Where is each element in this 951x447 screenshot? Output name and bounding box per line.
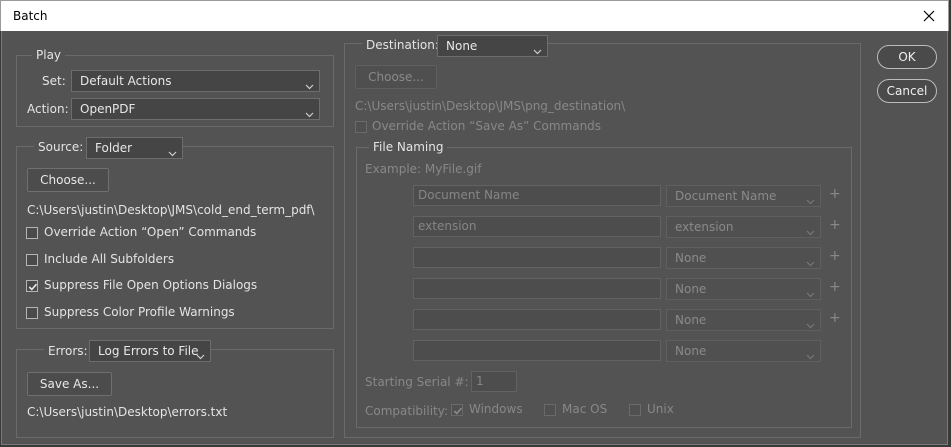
override-save-as-checkbox[interactable] [355, 121, 367, 133]
set-select-value: Default Actions [80, 74, 172, 88]
serial-label: Starting Serial #: [365, 375, 469, 389]
add-row-icon[interactable]: + [829, 279, 841, 295]
action-label: Action: [27, 102, 69, 116]
dialog-body: Play Set: Default Actions Action: OpenPD… [1, 31, 948, 445]
suppress-open-options-checkbox[interactable] [26, 280, 38, 292]
chevron-down-icon [196, 347, 205, 360]
chevron-down-icon [806, 285, 815, 298]
add-row-icon[interactable]: + [829, 217, 841, 233]
set-label: Set: [42, 74, 66, 88]
errors-label: Errors: [44, 344, 92, 358]
compatibility-label: Compatibility: [365, 404, 449, 418]
serial-input[interactable]: 1 [471, 371, 517, 392]
chevron-down-icon [305, 77, 314, 90]
source-select-value: Folder [95, 141, 133, 155]
suppress-color-warnings-label: Suppress Color Profile Warnings [44, 305, 235, 319]
window-title: Batch [13, 9, 48, 23]
source-select[interactable]: Folder [86, 137, 183, 159]
ok-button[interactable]: OK [877, 45, 937, 69]
compat-unix-label: Unix [647, 402, 674, 416]
errors-select[interactable]: Log Errors to File [89, 340, 211, 362]
naming-select-3[interactable]: None [666, 247, 821, 269]
source-path: C:\Users\justin\Desktop\JMS\cold_end_ter… [27, 203, 315, 217]
title-bar: Batch [0, 0, 949, 31]
suppress-color-warnings-checkbox[interactable] [26, 307, 38, 319]
chevron-down-icon [806, 223, 815, 236]
naming-field-2[interactable]: extension [413, 216, 661, 237]
errors-path: C:\Users\justin\Desktop\errors.txt [27, 405, 228, 419]
file-naming-legend: File Naming [369, 140, 448, 154]
destination-label: Destination: [362, 38, 443, 52]
naming-field-4[interactable] [413, 278, 661, 299]
destination-path: C:\Users\justin\Desktop\JMS\png_destinat… [355, 99, 626, 113]
destination-select-value: None [446, 39, 478, 53]
naming-field-1[interactable]: Document Name [413, 185, 661, 206]
override-save-as-label: Override Action “Save As” Commands [372, 119, 602, 133]
suppress-open-options-label: Suppress File Open Options Dialogs [44, 278, 258, 292]
chevron-down-icon [806, 192, 815, 205]
chevron-down-icon [806, 254, 815, 267]
chevron-down-icon [806, 316, 815, 329]
naming-select-4[interactable]: None [666, 278, 821, 300]
override-open-label: Override Action “Open” Commands [44, 225, 257, 239]
naming-field-5[interactable] [413, 309, 661, 330]
source-choose-button[interactable]: Choose... [27, 168, 109, 192]
chevron-down-icon [168, 144, 177, 157]
naming-field-6[interactable] [413, 340, 661, 361]
close-icon[interactable] [918, 5, 940, 27]
destination-choose-button[interactable]: Choose... [355, 65, 437, 89]
chevron-down-icon [305, 105, 314, 118]
compat-windows-checkbox[interactable] [451, 404, 463, 416]
naming-select-5[interactable]: None [666, 309, 821, 331]
include-subfolders-checkbox[interactable] [26, 254, 38, 266]
errors-select-value: Log Errors to File [98, 344, 199, 358]
naming-select-6[interactable]: None [666, 340, 821, 362]
file-naming-example: Example: MyFile.gif [365, 162, 482, 176]
set-select[interactable]: Default Actions [71, 70, 320, 92]
save-as-button[interactable]: Save As... [27, 372, 112, 396]
add-row-icon[interactable]: + [829, 310, 841, 326]
naming-select-2[interactable]: extension [666, 216, 821, 238]
compat-unix-checkbox[interactable] [629, 404, 641, 416]
chevron-down-icon [533, 42, 542, 55]
naming-select-1[interactable]: Document Name [666, 185, 821, 207]
naming-field-3[interactable] [413, 247, 661, 268]
compat-windows-label: Windows [469, 402, 523, 416]
destination-select[interactable]: None [437, 35, 548, 57]
cancel-button[interactable]: Cancel [877, 79, 937, 103]
include-subfolders-label: Include All Subfolders [44, 252, 175, 266]
checkmark-icon [453, 407, 463, 415]
checkmark-icon [28, 283, 38, 291]
source-label: Source: [34, 140, 88, 154]
play-legend: Play [32, 48, 66, 62]
chevron-down-icon [806, 347, 815, 360]
compat-mac-label: Mac OS [562, 402, 608, 416]
override-open-checkbox[interactable] [26, 227, 38, 239]
add-row-icon[interactable]: + [829, 186, 841, 202]
action-select-value: OpenPDF [80, 102, 136, 116]
add-row-icon[interactable]: + [829, 248, 841, 264]
action-select[interactable]: OpenPDF [71, 98, 320, 120]
compat-mac-checkbox[interactable] [544, 404, 556, 416]
